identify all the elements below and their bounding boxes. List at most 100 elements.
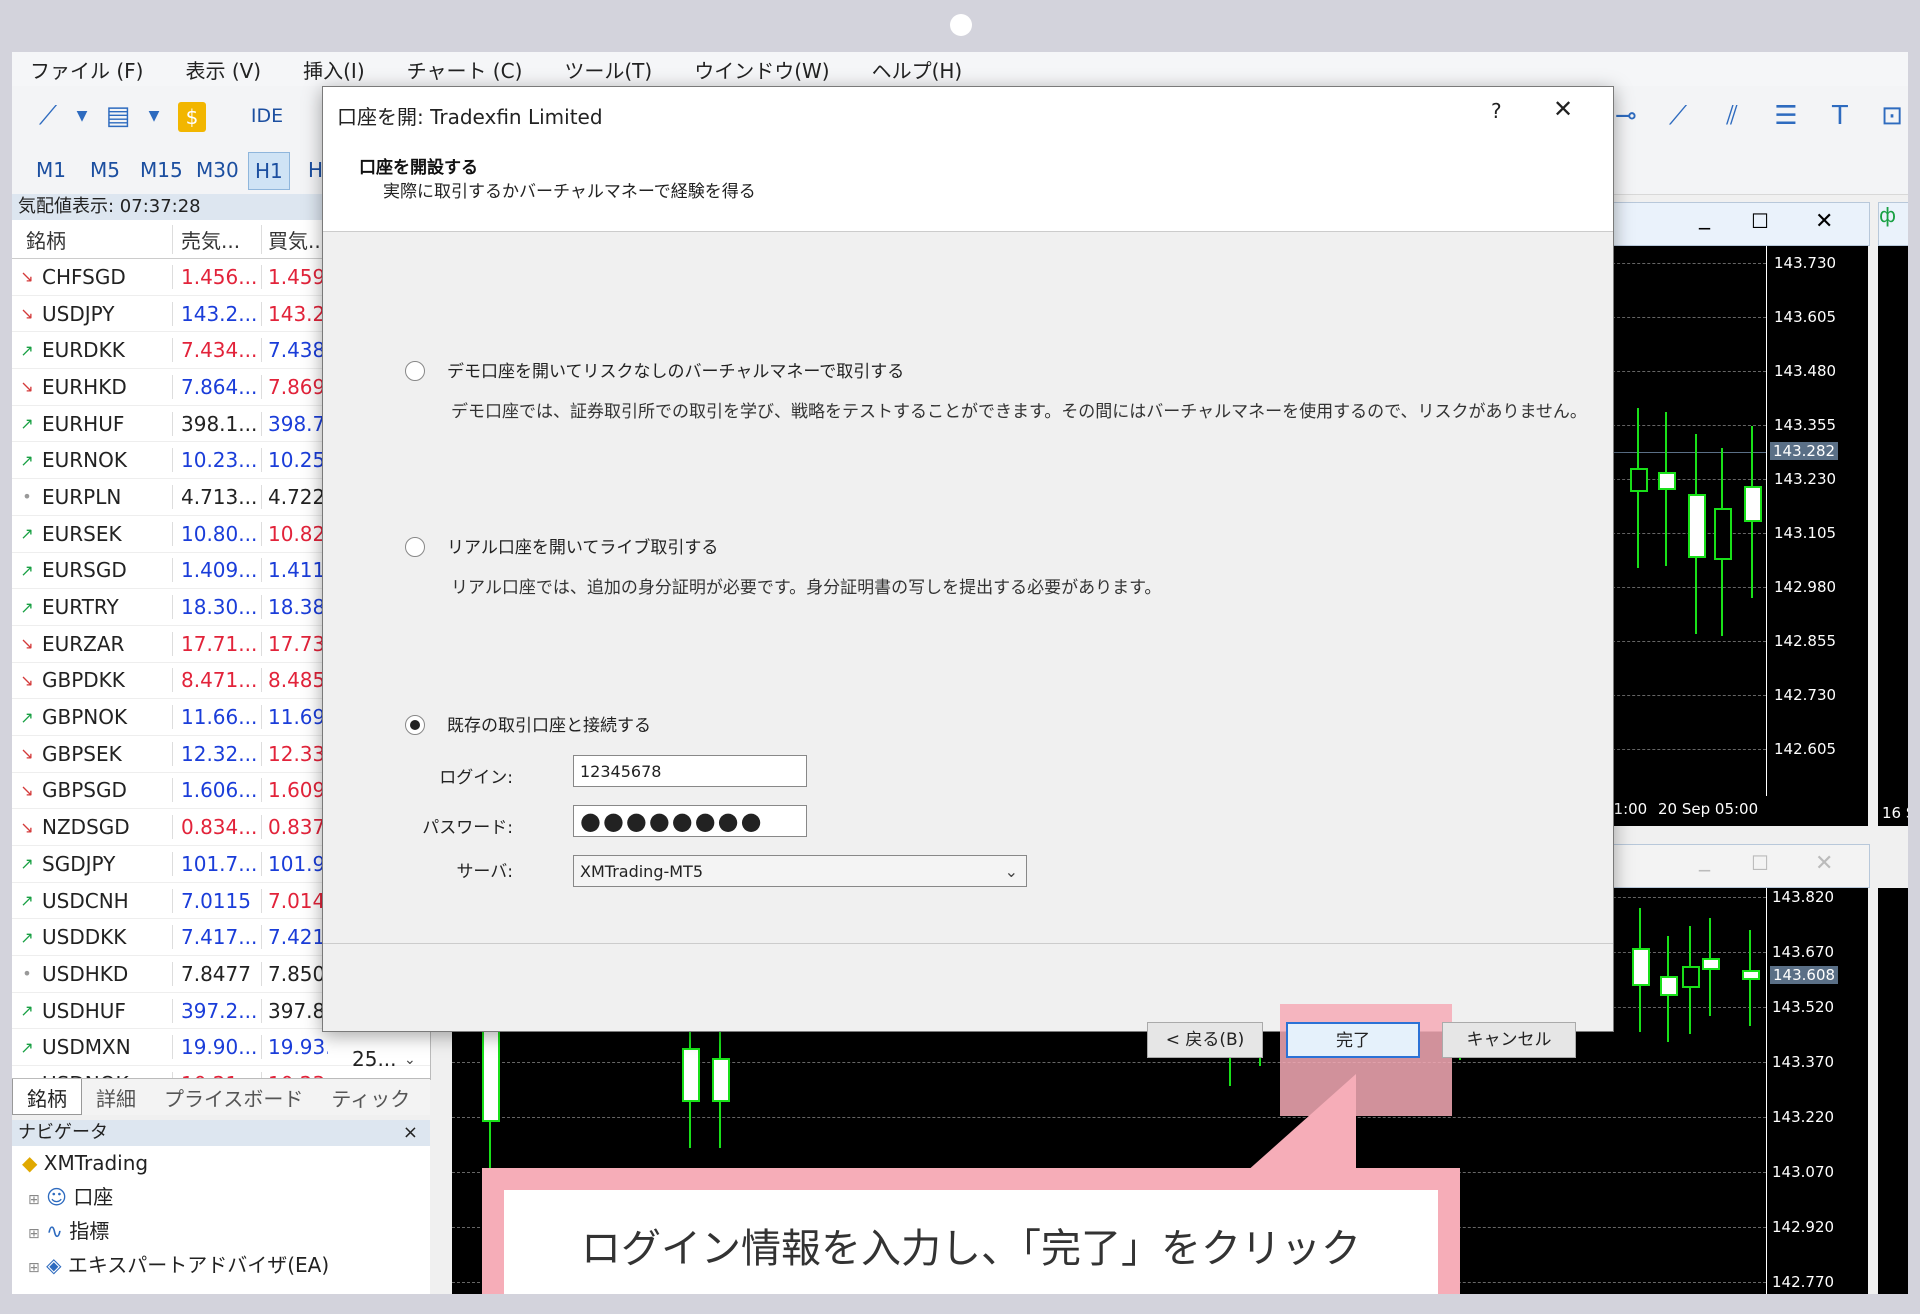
grid-line xyxy=(1602,695,1766,696)
timeframe-m5[interactable]: M5 xyxy=(84,152,126,188)
symbol-cell: GBPSGD xyxy=(42,778,127,803)
column-bid[interactable]: 売気... xyxy=(172,224,261,254)
camera-dot xyxy=(950,14,972,36)
callout-pointer xyxy=(1246,1074,1356,1172)
chevron-down-icon[interactable]: ⌄ xyxy=(1005,856,1018,888)
expand-icon[interactable]: ⊞ xyxy=(28,1260,40,1276)
tab-ticks[interactable]: ティック xyxy=(317,1079,424,1115)
trend-arrow-icon: ↘ xyxy=(20,780,34,800)
chart-top[interactable]: 143.730 143.605 143.480 143.355 143.230 143.1… xyxy=(1602,246,1868,826)
menu-insert[interactable]: 挿入(I) xyxy=(303,55,365,84)
menu-view[interactable]: 表示 (V) xyxy=(185,55,261,84)
grid-line xyxy=(1602,425,1766,426)
fibonacci-icon[interactable]: ☰ xyxy=(1768,98,1804,134)
trend-arrow-icon: ↗ xyxy=(20,450,34,470)
chart-window-icon[interactable]: ▤ xyxy=(100,98,136,134)
menu-tools[interactable]: ツール(T) xyxy=(564,55,652,84)
symbol-cell: USDCNH xyxy=(42,888,129,913)
candle xyxy=(1688,494,1706,558)
trend-arrow-icon: • xyxy=(22,487,32,507)
trend-arrow-icon: ↗ xyxy=(20,1037,34,1057)
dialog-title: 口座を開: Tradexfin Limited xyxy=(337,105,603,129)
navigator-close-icon[interactable]: × xyxy=(403,1120,418,1146)
column-ask[interactable]: 買気... xyxy=(261,224,328,254)
price-label: 142.980 xyxy=(1774,578,1837,596)
timeframe-m1[interactable]: M1 xyxy=(30,152,72,188)
symbol-cell: GBPSEK xyxy=(42,741,122,766)
trendline-icon[interactable]: ⟋ xyxy=(1660,98,1696,134)
bid-cell: 398.1... xyxy=(172,411,261,436)
grid-line xyxy=(452,1062,1766,1063)
close-icon[interactable]: ✕ xyxy=(1815,209,1833,234)
maximize-icon[interactable]: ☐ xyxy=(1751,209,1769,233)
symbol-cell: USDHKD xyxy=(42,961,129,986)
navigator-expert-advisors[interactable]: ⊞ ◈ エキスパートアドバイザ(EA) xyxy=(12,1248,430,1282)
radio-demo[interactable] xyxy=(405,361,425,381)
column-symbol[interactable]: 銘柄 xyxy=(12,225,172,254)
navigator-indicators[interactable]: ⊞ ∿ 指標 xyxy=(12,1214,430,1248)
line-chart-icon[interactable]: ⟋ xyxy=(30,98,66,134)
trend-arrow-icon: ↗ xyxy=(20,891,34,911)
ask-cell: 4.722 xyxy=(261,484,328,509)
minimize-icon[interactable]: _ xyxy=(1699,847,1710,872)
expert-advisor-icon: ◈ xyxy=(46,1253,62,1277)
radio-existing[interactable] xyxy=(405,715,425,735)
dialog-subheading: 実際に取引するかバーチャルマネーで経験を得る xyxy=(383,182,756,202)
tab-price-board[interactable]: プライスボード xyxy=(150,1079,317,1115)
server-select[interactable]: XMTrading-MT5 ⌄ xyxy=(573,855,1027,887)
bid-cell: 397.2... xyxy=(172,998,261,1023)
option-real-label[interactable]: リアル口座を開いてライブ取引する xyxy=(447,533,718,558)
bid-cell: 1.409... xyxy=(172,558,261,583)
timeframe-m30[interactable]: M30 xyxy=(190,152,245,188)
menu-file[interactable]: ファイル (F) xyxy=(30,55,143,84)
option-existing-label[interactable]: 既存の取引口座と接続する xyxy=(447,711,651,736)
radio-real[interactable] xyxy=(405,537,425,557)
symbol-cell: EURSEK xyxy=(42,521,122,546)
channel-icon[interactable]: ⫽ xyxy=(1714,98,1750,134)
dropdown-arrow-icon[interactable]: ▼ xyxy=(64,98,100,134)
text-icon[interactable]: T xyxy=(1822,98,1858,134)
timeframe-h1[interactable]: H1 xyxy=(248,152,290,190)
close-icon[interactable]: ✕ xyxy=(1815,851,1833,876)
callout-box: ログイン情報を入力し、「完了」をクリック xyxy=(504,1190,1438,1294)
price-label: 142.605 xyxy=(1774,740,1837,758)
tab-symbols[interactable]: 銘柄 xyxy=(12,1079,82,1115)
help-button[interactable]: ? xyxy=(1491,99,1502,123)
scroll-down-icon[interactable]: ⌄ xyxy=(404,1052,416,1068)
bid-cell: 101.7... xyxy=(172,851,261,876)
market-watch-extra-cell: 25... xyxy=(352,1047,397,1071)
dropdown-arrow-icon[interactable]: ▼ xyxy=(136,98,172,134)
indicator-icon: ∿ xyxy=(46,1219,63,1243)
open-account-dialog: 口座を開: Tradexfin Limited ? ✕ 口座を開設する 実際に取… xyxy=(322,86,1614,1032)
expand-icon[interactable]: ⊞ xyxy=(28,1192,40,1208)
login-input[interactable]: 12345678 xyxy=(573,755,807,787)
cancel-button[interactable]: キャンセル xyxy=(1442,1022,1576,1058)
expand-icon[interactable]: ⊞ xyxy=(28,1226,40,1242)
price-label: 142.730 xyxy=(1774,686,1837,704)
menu-window[interactable]: ウインドウ(W) xyxy=(694,55,829,84)
chart-right-top[interactable]: 16 S xyxy=(1878,246,1908,826)
ask-cell: 397.8 xyxy=(261,998,328,1023)
shapes-icon[interactable]: ⊡ xyxy=(1874,98,1908,134)
minimize-icon[interactable]: _ xyxy=(1699,205,1710,230)
chart-right-bottom[interactable] xyxy=(1878,888,1908,1294)
ask-cell: 0.837 xyxy=(261,815,328,840)
bid-cell: 17.71... xyxy=(172,631,261,656)
option-demo-label[interactable]: デモ口座を開いてリスクなしのバーチャルマネーで取引する xyxy=(447,357,904,382)
timeframe-m15[interactable]: M15 xyxy=(134,152,189,188)
navigator-accounts[interactable]: ⊞ ☺ 口座 xyxy=(12,1180,430,1214)
navigator-broker[interactable]: ◆ XMTrading xyxy=(12,1146,430,1180)
tab-details[interactable]: 詳細 xyxy=(82,1079,150,1115)
menu-help[interactable]: ヘルプ(H) xyxy=(872,55,963,84)
back-button[interactable]: < 戻る(B) xyxy=(1147,1022,1263,1058)
finish-button[interactable]: 完了 xyxy=(1286,1022,1420,1058)
password-input[interactable]: ●●●●●●●● xyxy=(573,805,807,837)
ide-button[interactable]: IDE xyxy=(242,98,292,134)
menu-chart[interactable]: チャート (C) xyxy=(407,55,523,84)
current-price-line xyxy=(1602,452,1766,453)
navigator-accounts-label: 口座 xyxy=(73,1185,114,1209)
dollar-icon[interactable]: $ xyxy=(178,102,206,132)
ask-cell: 143.2 xyxy=(261,301,328,326)
maximize-icon[interactable]: ☐ xyxy=(1751,851,1769,875)
dialog-close-button[interactable]: ✕ xyxy=(1553,95,1573,123)
